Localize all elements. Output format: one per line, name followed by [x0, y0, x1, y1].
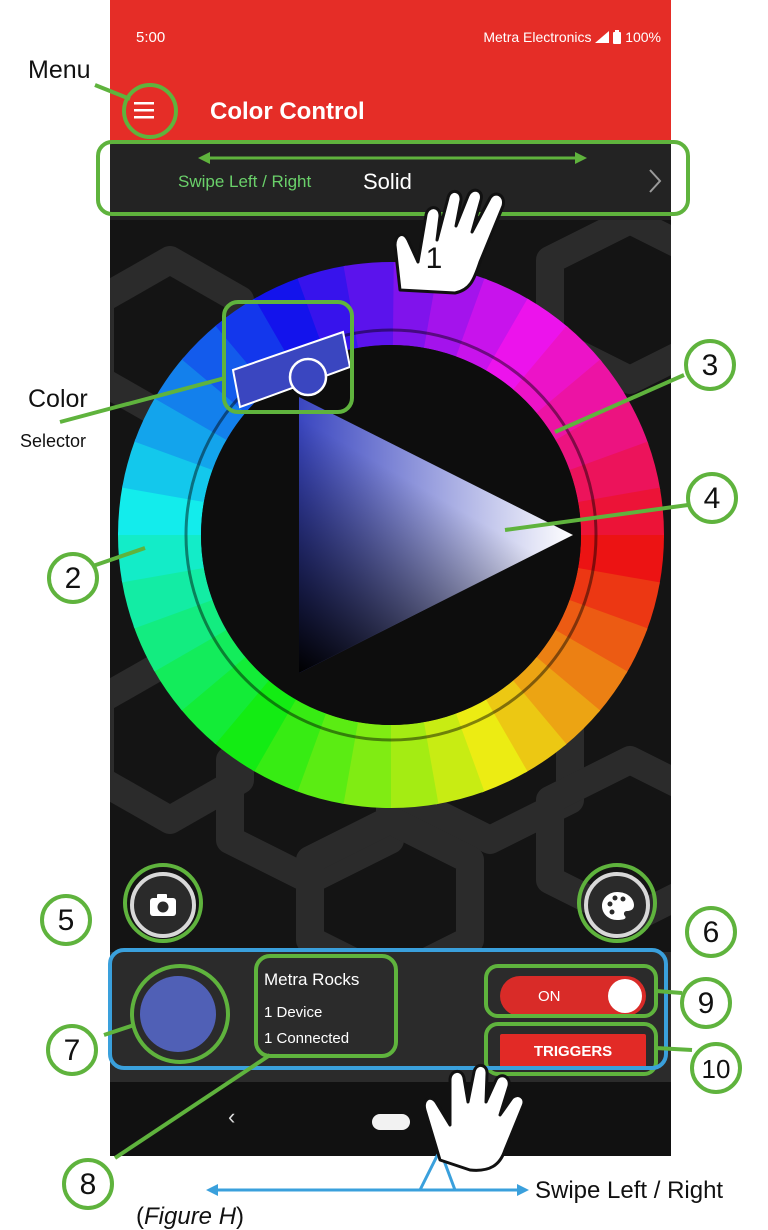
menu-leader-line — [94, 83, 131, 101]
selector-annotation: Selector — [20, 431, 86, 451]
caption-figure-label: Figure H — [144, 1203, 237, 1230]
callout-label-8: 8 — [80, 1168, 97, 1201]
callout-label-9: 9 — [698, 987, 715, 1020]
callout-1-label: 1 — [426, 242, 443, 275]
swatch-highlight — [130, 964, 230, 1064]
callout-label-10: 10 — [702, 1054, 731, 1084]
callout-10-line — [655, 1046, 693, 1052]
callout-4-line — [504, 503, 689, 532]
color-annotation: Color — [28, 385, 88, 413]
callout-8-line — [113, 1053, 272, 1160]
color-selector-highlight — [222, 300, 354, 414]
callout-label-5: 5 — [58, 904, 75, 937]
callout-9-line — [655, 989, 683, 995]
annotation-overlay: Menu Color Selector Swipe Left / Right (… — [20, 56, 742, 1230]
device-info-highlight — [254, 954, 398, 1058]
callout-label-7: 7 — [64, 1034, 81, 1067]
menu-highlight — [122, 83, 178, 139]
toggle-highlight — [484, 964, 658, 1018]
caption-open-paren: ( — [136, 1203, 144, 1230]
callout-label-3: 3 — [702, 349, 719, 382]
palette-highlight — [577, 863, 657, 943]
hand-gesture-icon-top — [393, 188, 505, 295]
caption-close-paren: ) — [236, 1203, 244, 1230]
hand-gesture-icon-bottom — [422, 1064, 526, 1172]
callout-3-line — [554, 373, 685, 434]
camera-highlight — [123, 863, 203, 943]
bottom-swipe-annotation: Swipe Left / Right — [535, 1177, 723, 1204]
callout-2-line — [89, 546, 146, 569]
menu-annotation: Menu — [28, 56, 91, 84]
callout-label-4: 4 — [704, 482, 721, 515]
figure-caption: (Figure H) — [136, 1203, 244, 1230]
callout-label-6: 6 — [703, 916, 720, 949]
callout-label-2: 2 — [65, 562, 82, 595]
callout-markers: 1 2 3 4 5 6 7 8 9 10 — [40, 242, 742, 1210]
mode-bar-highlight — [96, 140, 690, 216]
